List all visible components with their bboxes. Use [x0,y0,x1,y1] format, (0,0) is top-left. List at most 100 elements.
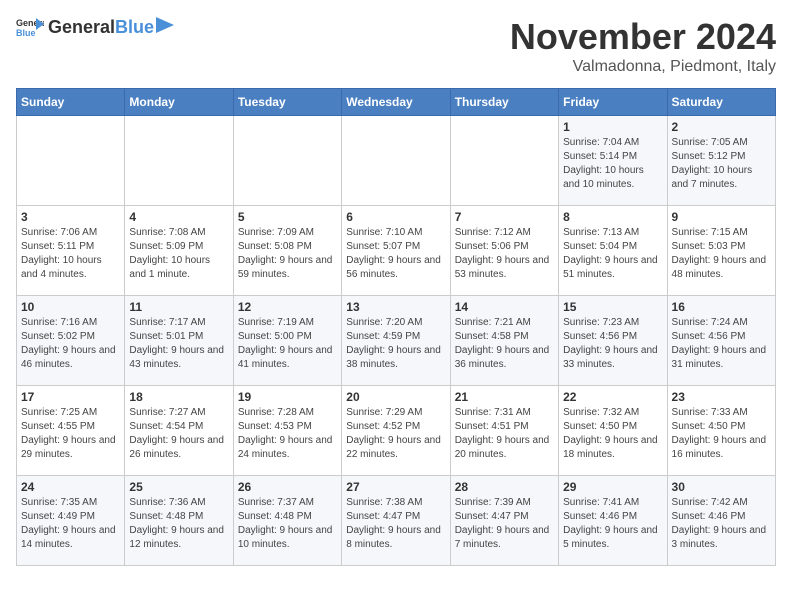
day-info: Sunrise: 7:15 AM Sunset: 5:03 PM Dayligh… [672,226,771,282]
calendar-cell: 22 Sunrise: 7:32 AM Sunset: 4:50 PM Dayli… [559,386,667,476]
calendar-cell: 3 Sunrise: 7:06 AM Sunset: 5:11 PM Daylig… [17,206,125,296]
calendar-cell: 27 Sunrise: 7:38 AM Sunset: 4:47 PM Dayli… [342,476,450,566]
calendar-cell: 10 Sunrise: 7:16 AM Sunset: 5:02 PM Dayli… [17,296,125,386]
calendar-cell: 11Sunrise: 7:17 AM Sunset: 5:01 PM Dayli… [125,296,233,386]
day-number: 4 [129,210,228,224]
day-info: Sunrise: 7:39 AM Sunset: 4:47 PM Dayligh… [455,496,554,552]
day-number: 8 [563,210,662,224]
week-row-1: 1Sunrise: 7:04 AM Sunset: 5:14 PM Daylig… [17,116,776,206]
day-number: 27 [346,480,445,494]
header-day-tuesday: Tuesday [233,89,341,116]
calendar-cell: 30Sunrise: 7:42 AM Sunset: 4:46 PM Dayli… [667,476,775,566]
day-info: Sunrise: 7:32 AM Sunset: 4:50 PM Dayligh… [563,406,662,462]
day-number: 6 [346,210,445,224]
day-number: 12 [238,300,337,314]
day-info: Sunrise: 7:04 AM Sunset: 5:14 PM Dayligh… [563,136,662,192]
header-row: SundayMondayTuesdayWednesdayThursdayFrid… [17,89,776,116]
day-info: Sunrise: 7:24 AM Sunset: 4:56 PM Dayligh… [672,316,771,372]
logo-text-blue: Blue [115,17,154,38]
day-info: Sunrise: 7:27 AM Sunset: 4:54 PM Dayligh… [129,406,228,462]
calendar-cell: 17Sunrise: 7:25 AM Sunset: 4:55 PM Dayli… [17,386,125,476]
day-info: Sunrise: 7:16 AM Sunset: 5:02 PM Dayligh… [21,316,120,372]
header-day-sunday: Sunday [17,89,125,116]
day-number: 16 [672,300,771,314]
calendar-cell: 5Sunrise: 7:09 AM Sunset: 5:08 PM Daylig… [233,206,341,296]
day-number: 28 [455,480,554,494]
logo: General Blue General Blue [16,16,174,38]
day-number: 18 [129,390,228,404]
calendar-cell: 24 Sunrise: 7:35 AM Sunset: 4:49 PM Dayli… [17,476,125,566]
calendar-cell: 7 Sunrise: 7:12 AM Sunset: 5:06 PM Daylig… [450,206,558,296]
calendar-cell [233,116,341,206]
calendar-cell [125,116,233,206]
calendar-cell: 20Sunrise: 7:29 AM Sunset: 4:52 PM Dayli… [342,386,450,476]
calendar-cell: 29 Sunrise: 7:41 AM Sunset: 4:46 PM Dayli… [559,476,667,566]
day-info: Sunrise: 7:23 AM Sunset: 4:56 PM Dayligh… [563,316,662,372]
week-row-5: 24 Sunrise: 7:35 AM Sunset: 4:49 PM Dayli… [17,476,776,566]
calendar-cell: 9 Sunrise: 7:15 AM Sunset: 5:03 PM Daylig… [667,206,775,296]
day-number: 2 [672,120,771,134]
day-number: 17 [21,390,120,404]
day-info: Sunrise: 7:41 AM Sunset: 4:46 PM Dayligh… [563,496,662,552]
week-row-3: 10 Sunrise: 7:16 AM Sunset: 5:02 PM Dayli… [17,296,776,386]
day-number: 11 [129,300,228,314]
day-number: 24 [21,480,120,494]
title-section: November 2024 Valmadonna, Piedmont, Ital… [510,16,776,76]
calendar-cell: 28 Sunrise: 7:39 AM Sunset: 4:47 PM Dayli… [450,476,558,566]
day-number: 9 [672,210,771,224]
day-info: Sunrise: 7:31 AM Sunset: 4:51 PM Dayligh… [455,406,554,462]
week-row-4: 17Sunrise: 7:25 AM Sunset: 4:55 PM Dayli… [17,386,776,476]
week-row-2: 3 Sunrise: 7:06 AM Sunset: 5:11 PM Daylig… [17,206,776,296]
calendar-cell: 19Sunrise: 7:28 AM Sunset: 4:53 PM Dayli… [233,386,341,476]
day-info: Sunrise: 7:13 AM Sunset: 5:04 PM Dayligh… [563,226,662,282]
day-number: 14 [455,300,554,314]
calendar-cell: 25Sunrise: 7:36 AM Sunset: 4:48 PM Dayli… [125,476,233,566]
calendar-cell: 4 Sunrise: 7:08 AM Sunset: 5:09 PM Daylig… [125,206,233,296]
day-info: Sunrise: 7:09 AM Sunset: 5:08 PM Dayligh… [238,226,337,282]
day-info: Sunrise: 7:06 AM Sunset: 5:11 PM Dayligh… [21,226,120,282]
header-day-friday: Friday [559,89,667,116]
calendar-cell [17,116,125,206]
day-info: Sunrise: 7:38 AM Sunset: 4:47 PM Dayligh… [346,496,445,552]
day-info: Sunrise: 7:20 AM Sunset: 4:59 PM Dayligh… [346,316,445,372]
calendar-cell: 6 Sunrise: 7:10 AM Sunset: 5:07 PM Daylig… [342,206,450,296]
calendar-cell: 13 Sunrise: 7:20 AM Sunset: 4:59 PM Dayli… [342,296,450,386]
calendar-cell: 15 Sunrise: 7:23 AM Sunset: 4:56 PM Dayli… [559,296,667,386]
day-number: 25 [129,480,228,494]
calendar-cell: 14 Sunrise: 7:21 AM Sunset: 4:58 PM Dayli… [450,296,558,386]
calendar-cell [450,116,558,206]
calendar-cell [342,116,450,206]
day-number: 7 [455,210,554,224]
day-number: 23 [672,390,771,404]
logo-arrow-icon [156,17,174,33]
day-number: 30 [672,480,771,494]
calendar-cell: 2 Sunrise: 7:05 AM Sunset: 5:12 PM Daylig… [667,116,775,206]
calendar-cell: 16 Sunrise: 7:24 AM Sunset: 4:56 PM Dayli… [667,296,775,386]
day-number: 19 [238,390,337,404]
calendar-body: 1Sunrise: 7:04 AM Sunset: 5:14 PM Daylig… [17,116,776,566]
day-info: Sunrise: 7:21 AM Sunset: 4:58 PM Dayligh… [455,316,554,372]
header-day-saturday: Saturday [667,89,775,116]
day-info: Sunrise: 7:05 AM Sunset: 5:12 PM Dayligh… [672,136,771,192]
day-info: Sunrise: 7:10 AM Sunset: 5:07 PM Dayligh… [346,226,445,282]
calendar-cell: 26Sunrise: 7:37 AM Sunset: 4:48 PM Dayli… [233,476,341,566]
header: General Blue General Blue November 2024 … [16,16,776,76]
day-number: 15 [563,300,662,314]
calendar-header: SundayMondayTuesdayWednesdayThursdayFrid… [17,89,776,116]
day-info: Sunrise: 7:08 AM Sunset: 5:09 PM Dayligh… [129,226,228,282]
header-day-thursday: Thursday [450,89,558,116]
day-number: 29 [563,480,662,494]
logo-text-general: General [48,17,115,38]
location-title: Valmadonna, Piedmont, Italy [510,58,776,76]
day-info: Sunrise: 7:35 AM Sunset: 4:49 PM Dayligh… [21,496,120,552]
day-number: 13 [346,300,445,314]
day-number: 3 [21,210,120,224]
calendar-cell: 1Sunrise: 7:04 AM Sunset: 5:14 PM Daylig… [559,116,667,206]
day-number: 20 [346,390,445,404]
calendar-table: SundayMondayTuesdayWednesdayThursdayFrid… [16,88,776,566]
day-number: 10 [21,300,120,314]
day-number: 22 [563,390,662,404]
day-number: 26 [238,480,337,494]
day-info: Sunrise: 7:12 AM Sunset: 5:06 PM Dayligh… [455,226,554,282]
calendar-cell: 18 Sunrise: 7:27 AM Sunset: 4:54 PM Dayli… [125,386,233,476]
